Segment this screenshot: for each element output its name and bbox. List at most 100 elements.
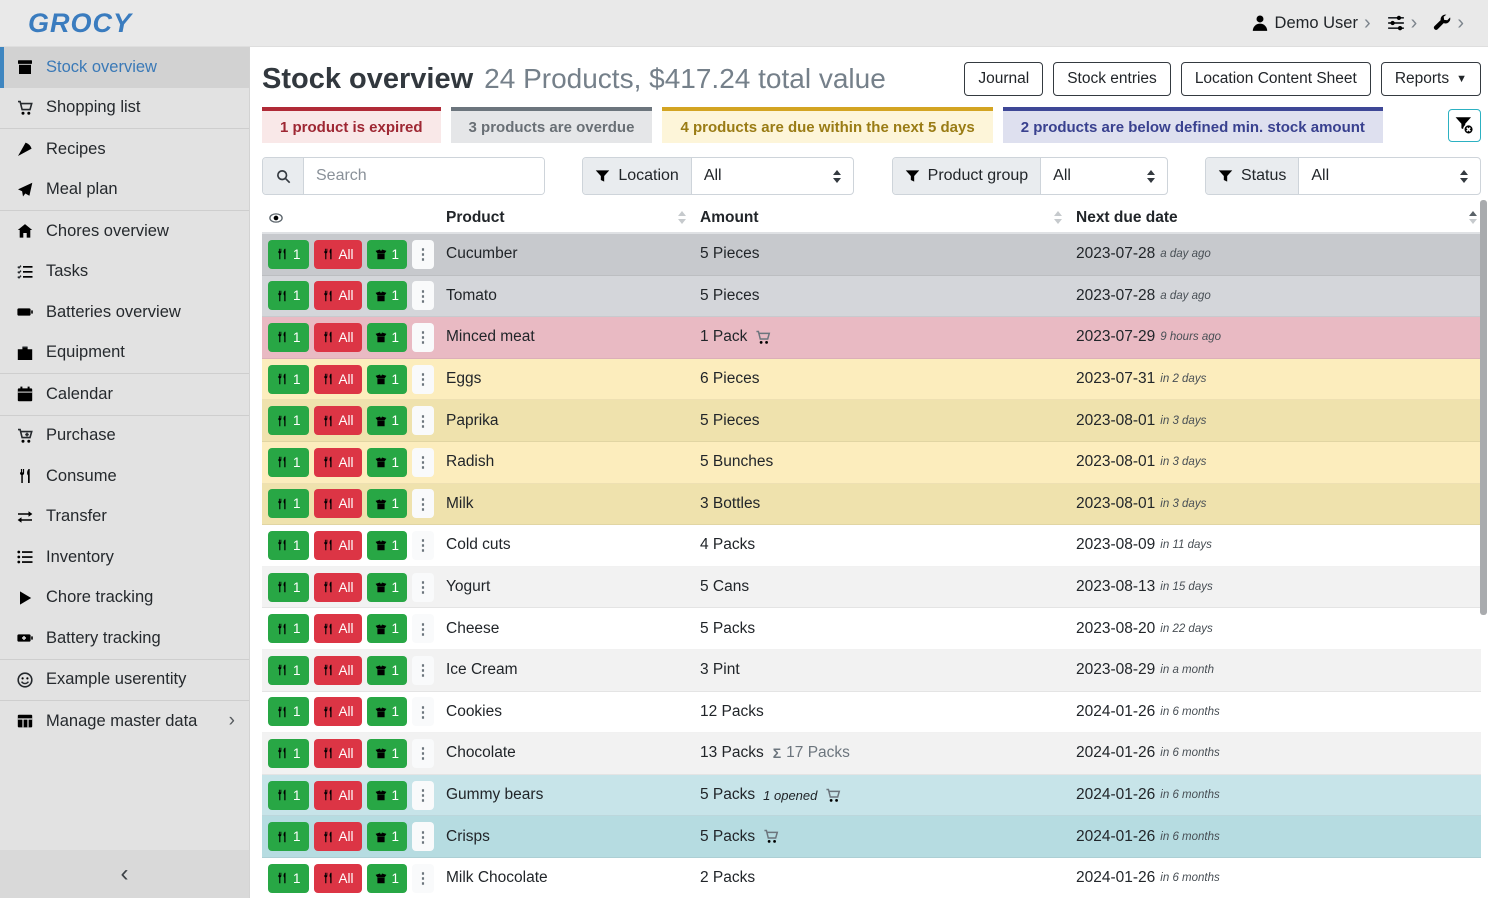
sidebar-item-consume[interactable]: Consume — [0, 456, 249, 497]
sidebar-item-recipes[interactable]: Recipes — [0, 129, 249, 170]
row-menu-button[interactable]: ⋮ — [412, 365, 434, 394]
consume-all-button[interactable]: All — [314, 864, 362, 893]
status-select[interactable]: All — [1299, 158, 1480, 194]
product-name[interactable]: Cucumber — [446, 245, 518, 263]
sidebar-item-tasks[interactable]: Tasks — [0, 252, 249, 293]
product-name[interactable]: Ice Cream — [446, 661, 518, 679]
product-name[interactable]: Milk Chocolate — [446, 869, 548, 887]
sidebar-item-calendar[interactable]: Calendar — [0, 374, 249, 415]
column-header-amount[interactable]: Amount — [700, 209, 1076, 227]
product-group-select[interactable]: All — [1041, 158, 1166, 194]
consume-one-button[interactable]: 1 — [268, 323, 309, 352]
open-one-button[interactable]: 1 — [367, 406, 408, 435]
open-one-button[interactable]: 1 — [367, 365, 408, 394]
consume-one-button[interactable]: 1 — [268, 531, 309, 560]
consume-all-button[interactable]: All — [314, 822, 362, 851]
sidebar-item-battery-tracking[interactable]: Battery tracking — [0, 618, 249, 659]
eye-icon[interactable] — [268, 211, 284, 225]
product-name[interactable]: Paprika — [446, 412, 499, 430]
sidebar-item-chores-overview[interactable]: Chores overview — [0, 211, 249, 252]
open-one-button[interactable]: 1 — [367, 697, 408, 726]
sidebar-item-equipment[interactable]: Equipment — [0, 333, 249, 374]
sidebar-collapse-button[interactable]: ‹ — [0, 850, 249, 898]
consume-one-button[interactable]: 1 — [268, 656, 309, 685]
row-menu-button[interactable]: ⋮ — [412, 781, 434, 810]
journal-button[interactable]: Journal — [964, 62, 1043, 96]
row-menu-button[interactable]: ⋮ — [412, 323, 434, 352]
consume-one-button[interactable]: 1 — [268, 281, 309, 310]
open-one-button[interactable]: 1 — [367, 448, 408, 477]
consume-all-button[interactable]: All — [314, 573, 362, 602]
column-header-product[interactable]: Product — [446, 209, 700, 227]
vertical-scrollbar[interactable] — [1480, 200, 1487, 615]
sidebar-item-meal-plan[interactable]: Meal plan — [0, 170, 249, 211]
open-one-button[interactable]: 1 — [367, 573, 408, 602]
product-name[interactable]: Gummy bears — [446, 786, 543, 804]
open-one-button[interactable]: 1 — [367, 864, 408, 893]
product-name[interactable]: Milk — [446, 495, 474, 513]
row-menu-button[interactable]: ⋮ — [412, 614, 434, 643]
column-header-next-due-date[interactable]: Next due date — [1076, 209, 1481, 227]
consume-one-button[interactable]: 1 — [268, 365, 309, 394]
location-content-sheet-button[interactable]: Location Content Sheet — [1181, 62, 1371, 96]
consume-all-button[interactable]: All — [314, 406, 362, 435]
consume-one-button[interactable]: 1 — [268, 864, 309, 893]
product-name[interactable]: Radish — [446, 453, 494, 471]
open-one-button[interactable]: 1 — [367, 656, 408, 685]
sidebar-item-batteries-overview[interactable]: Batteries overview — [0, 292, 249, 333]
open-one-button[interactable]: 1 — [367, 739, 408, 768]
consume-one-button[interactable]: 1 — [268, 781, 309, 810]
product-name[interactable]: Cheese — [446, 620, 499, 638]
product-name[interactable]: Cold cuts — [446, 536, 511, 554]
location-select[interactable]: All — [692, 158, 854, 194]
status-card-5-days[interactable]: 4 products are due within the next 5 day… — [662, 107, 992, 143]
sidebar-item-manage-master-data[interactable]: Manage master data › — [0, 701, 249, 742]
open-one-button[interactable]: 1 — [367, 614, 408, 643]
row-menu-button[interactable]: ⋮ — [412, 281, 434, 310]
consume-all-button[interactable]: All — [314, 240, 362, 269]
search-input[interactable] — [304, 158, 544, 194]
open-one-button[interactable]: 1 — [367, 281, 408, 310]
open-one-button[interactable]: 1 — [367, 489, 408, 518]
consume-one-button[interactable]: 1 — [268, 573, 309, 602]
consume-all-button[interactable]: All — [314, 781, 362, 810]
status-card-stock-amount[interactable]: 2 products are below defined min. stock … — [1003, 107, 1383, 143]
row-menu-button[interactable]: ⋮ — [412, 531, 434, 560]
consume-one-button[interactable]: 1 — [268, 697, 309, 726]
consume-one-button[interactable]: 1 — [268, 739, 309, 768]
consume-all-button[interactable]: All — [314, 323, 362, 352]
clear-filters-button[interactable] — [1448, 109, 1481, 142]
product-name[interactable]: Minced meat — [446, 328, 535, 346]
sidebar-item-stock-overview[interactable]: Stock overview — [0, 47, 249, 88]
product-name[interactable]: Eggs — [446, 370, 481, 388]
row-menu-button[interactable]: ⋮ — [412, 489, 434, 518]
consume-all-button[interactable]: All — [314, 365, 362, 394]
consume-one-button[interactable]: 1 — [268, 614, 309, 643]
product-name[interactable]: Cookies — [446, 703, 502, 721]
sidebar-item-transfer[interactable]: Transfer — [0, 497, 249, 538]
sidebar-item-purchase[interactable]: Purchase — [0, 416, 249, 457]
user-menu[interactable]: Demo User › — [1251, 13, 1371, 33]
sidebar-item-example-userentity[interactable]: Example userentity — [0, 660, 249, 701]
consume-one-button[interactable]: 1 — [268, 448, 309, 477]
open-one-button[interactable]: 1 — [367, 781, 408, 810]
product-name[interactable]: Crisps — [446, 828, 490, 846]
sidebar-item-chore-tracking[interactable]: Chore tracking — [0, 578, 249, 619]
consume-one-button[interactable]: 1 — [268, 406, 309, 435]
consume-one-button[interactable]: 1 — [268, 240, 309, 269]
stock-entries-button[interactable]: Stock entries — [1053, 62, 1171, 96]
row-menu-button[interactable]: ⋮ — [412, 739, 434, 768]
product-name[interactable]: Yogurt — [446, 578, 490, 596]
consume-all-button[interactable]: All — [314, 656, 362, 685]
open-one-button[interactable]: 1 — [367, 531, 408, 560]
row-menu-button[interactable]: ⋮ — [412, 240, 434, 269]
reports-button[interactable]: Reports▼ — [1381, 62, 1481, 96]
row-menu-button[interactable]: ⋮ — [412, 448, 434, 477]
product-name[interactable]: Chocolate — [446, 744, 516, 762]
status-card-is-expired[interactable]: 1 product is expired — [262, 107, 441, 143]
open-one-button[interactable]: 1 — [367, 240, 408, 269]
row-menu-button[interactable]: ⋮ — [412, 406, 434, 435]
consume-all-button[interactable]: All — [314, 739, 362, 768]
consume-all-button[interactable]: All — [314, 697, 362, 726]
status-card-are-overdue[interactable]: 3 products are overdue — [451, 107, 653, 143]
